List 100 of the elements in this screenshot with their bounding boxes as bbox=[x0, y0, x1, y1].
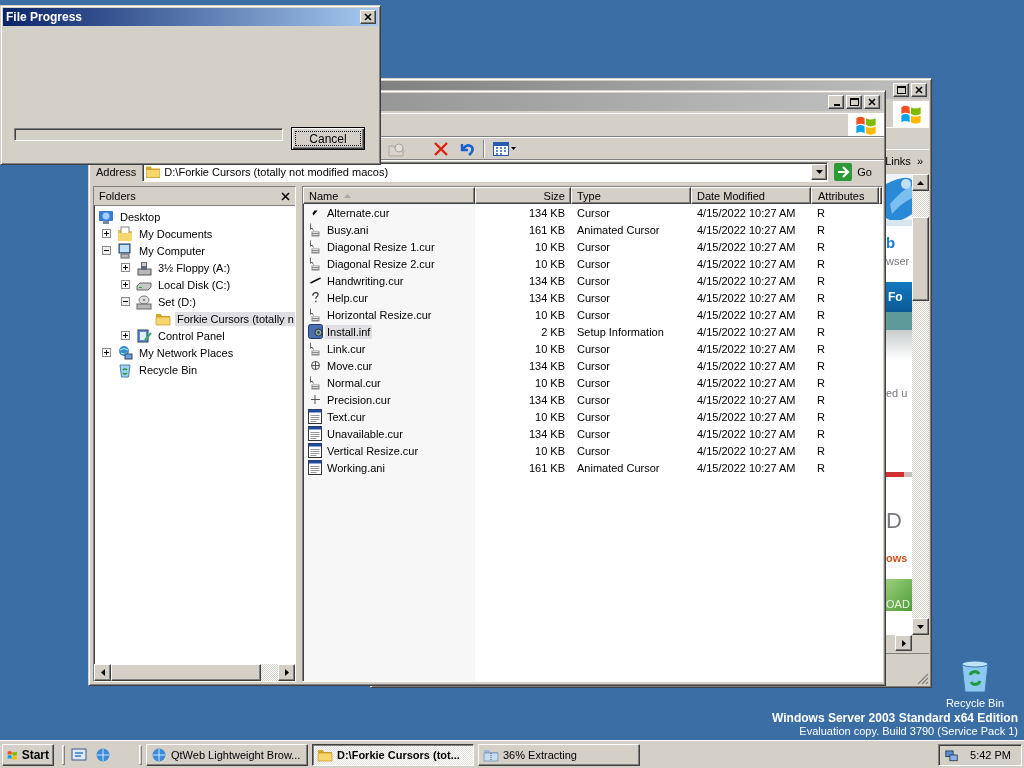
scroll-left-button[interactable] bbox=[94, 664, 111, 681]
file-name[interactable]: Move.cur bbox=[325, 358, 375, 373]
file-date: 4/15/2022 10:27 AM bbox=[696, 274, 797, 287]
more-chevron[interactable]: » bbox=[916, 154, 923, 167]
close-button[interactable] bbox=[281, 191, 290, 201]
file-name[interactable]: Handwriting.cur bbox=[325, 273, 406, 288]
file-attributes: R bbox=[816, 461, 826, 474]
file-name[interactable]: Alternate.cur bbox=[325, 205, 392, 220]
file-size: 10 KB bbox=[534, 376, 566, 389]
move-cursor-icon bbox=[310, 361, 320, 370]
icon-label[interactable]: Recycle Bin bbox=[945, 697, 1004, 709]
file-name[interactable]: Install.inf bbox=[325, 324, 373, 339]
file-type: Cursor bbox=[576, 257, 611, 270]
close-icon bbox=[363, 13, 373, 21]
file-name[interactable]: Text.cur bbox=[325, 409, 368, 424]
file-type: Cursor bbox=[576, 427, 611, 440]
scrollbar-thumb[interactable] bbox=[912, 217, 929, 301]
file-size: 10 KB bbox=[534, 342, 566, 355]
taskbar-button[interactable]: QtWeb Lightweight Brow... bbox=[146, 743, 308, 766]
file-name[interactable]: Normal.cur bbox=[325, 375, 383, 390]
file-name[interactable]: Diagonal Resize 1.cur bbox=[325, 239, 437, 254]
tree-item[interactable]: 3½ Floppy (A:) bbox=[156, 260, 233, 275]
file-attributes: R bbox=[816, 240, 826, 253]
file-name[interactable]: Working.ani bbox=[325, 460, 387, 475]
tree-item[interactable]: My Computer bbox=[137, 243, 208, 258]
file-name[interactable]: Busy.ani bbox=[325, 222, 371, 237]
tree-item[interactable]: Recycle Bin bbox=[137, 362, 200, 377]
file-name[interactable]: Horizontal Resize.cur bbox=[325, 307, 434, 322]
network-icon bbox=[117, 344, 133, 361]
go-button[interactable]: Go bbox=[832, 163, 880, 181]
minimize-button[interactable] bbox=[828, 95, 844, 109]
tree-item[interactable]: Set (D:) bbox=[156, 294, 198, 309]
expand-icon[interactable] bbox=[121, 280, 130, 289]
column-header[interactable]: Name bbox=[303, 187, 475, 204]
maximize-button[interactable] bbox=[846, 95, 862, 109]
cd-drive-icon bbox=[136, 293, 152, 310]
file-type: Cursor bbox=[576, 206, 611, 219]
views-button[interactable] bbox=[491, 139, 518, 158]
file-date: 4/15/2022 10:27 AM bbox=[696, 444, 797, 457]
tree-item[interactable]: Control Panel bbox=[156, 328, 227, 343]
taskbar-button[interactable]: 36% Extracting bbox=[478, 743, 640, 766]
page-text: ed u bbox=[886, 386, 909, 400]
file-date: 4/15/2022 10:27 AM bbox=[696, 291, 797, 304]
scroll-up-button[interactable] bbox=[912, 174, 929, 191]
page-text: wser bbox=[886, 254, 911, 268]
tree-item[interactable]: Local Disk (C:) bbox=[156, 277, 233, 292]
file-date: 4/15/2022 10:27 AM bbox=[696, 308, 797, 321]
file-type: Cursor bbox=[576, 342, 611, 355]
taskbar-button[interactable]: D:\Forkie Cursors (tot... bbox=[312, 743, 474, 766]
file-name[interactable]: Vertical Resize.cur bbox=[325, 443, 421, 458]
cancel-button[interactable]: Cancel bbox=[291, 127, 365, 150]
maximize-icon bbox=[849, 98, 859, 106]
links-label[interactable]: Links bbox=[885, 154, 911, 167]
column-header[interactable]: Date Modified bbox=[691, 187, 811, 204]
go-arrow-icon bbox=[834, 163, 853, 181]
expand-icon[interactable] bbox=[121, 331, 130, 340]
column-header[interactable]: Type bbox=[571, 187, 691, 204]
file-name[interactable]: Diagonal Resize 2.cur bbox=[325, 256, 437, 271]
tree-item[interactable]: Forkie Cursors (totally n bbox=[175, 311, 295, 326]
address-field[interactable]: D:\Forkie Cursors (totally not modified macos) bbox=[142, 162, 829, 182]
help-cursor-icon bbox=[311, 292, 319, 303]
file-size: 134 KB bbox=[527, 393, 566, 406]
expand-icon[interactable] bbox=[102, 348, 111, 357]
page-bar bbox=[886, 472, 912, 477]
file-date: 4/15/2022 10:27 AM bbox=[696, 427, 797, 440]
file-attributes: R bbox=[816, 427, 826, 440]
desktop-icon bbox=[71, 746, 87, 763]
scroll-right-button[interactable] bbox=[895, 635, 912, 651]
file-type: Cursor bbox=[576, 444, 611, 457]
flag-logo bbox=[900, 103, 922, 125]
tree-item[interactable]: My Network Places bbox=[137, 345, 236, 360]
tree-item[interactable]: My Documents bbox=[137, 226, 215, 241]
file-size: 10 KB bbox=[534, 257, 566, 270]
file-attributes: R bbox=[816, 291, 826, 304]
scrollbar-thumb[interactable] bbox=[111, 664, 261, 681]
file-name[interactable]: Help.cur bbox=[325, 290, 370, 305]
scroll-right-button[interactable] bbox=[278, 664, 295, 681]
column-header[interactable]: Attributes bbox=[811, 187, 879, 204]
file-attributes: R bbox=[816, 359, 826, 372]
cursor-icon bbox=[310, 307, 320, 322]
column-header[interactable]: Size bbox=[475, 187, 571, 204]
expand-icon[interactable] bbox=[121, 263, 130, 272]
file-attributes: R bbox=[816, 257, 826, 270]
file-name[interactable]: Precision.cur bbox=[325, 392, 393, 407]
file-name[interactable]: Link.cur bbox=[325, 341, 368, 356]
cursor-icon bbox=[312, 209, 318, 216]
collapse-icon[interactable] bbox=[102, 246, 111, 255]
file-icon bbox=[308, 443, 322, 458]
maximize-button[interactable] bbox=[893, 83, 909, 97]
file-name[interactable]: Unavailable.cur bbox=[325, 426, 405, 441]
dropdown-button[interactable] bbox=[811, 164, 828, 180]
file-size: 134 KB bbox=[527, 291, 566, 304]
tree-item[interactable]: Desktop bbox=[118, 209, 163, 224]
scroll-down-button[interactable] bbox=[912, 618, 929, 635]
address-label: Address bbox=[95, 166, 138, 178]
caret-icon bbox=[815, 170, 823, 174]
collapse-icon[interactable] bbox=[121, 297, 130, 306]
start-button[interactable]: Start bbox=[2, 743, 54, 766]
recycle-bin-icon bbox=[117, 361, 133, 378]
expand-icon[interactable] bbox=[102, 229, 111, 238]
